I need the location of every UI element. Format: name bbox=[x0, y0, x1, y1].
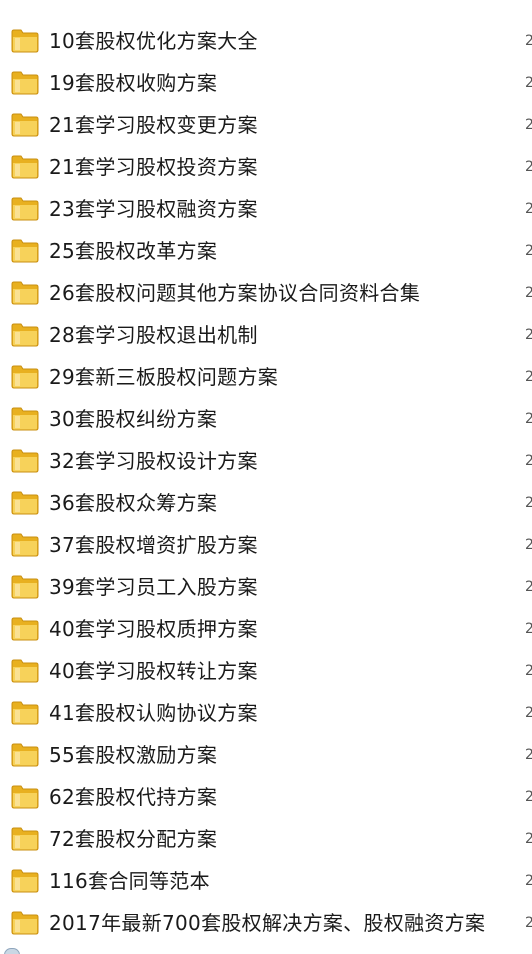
folder-icon bbox=[10, 196, 40, 222]
folder-row[interactable]: 2017年最新700套股权解决方案、股权融资方案 2 bbox=[0, 902, 532, 944]
folder-row[interactable]: 19套股权收购方案 2 bbox=[0, 62, 532, 104]
folder-icon bbox=[10, 406, 40, 432]
next-column-edge-text: 2 bbox=[525, 873, 532, 889]
folder-row[interactable]: 72套股权分配方案 2 bbox=[0, 818, 532, 860]
folder-row[interactable]: 29套新三板股权问题方案 2 bbox=[0, 356, 532, 398]
folder-name: 40套学习股权转让方案 bbox=[49, 659, 258, 683]
folder-name: 40套学习股权质押方案 bbox=[49, 617, 258, 641]
next-column-edge-text: 2 bbox=[525, 201, 532, 217]
folder-row[interactable]: 40套学习股权转让方案 2 bbox=[0, 650, 532, 692]
next-column-edge-text: 2 bbox=[525, 453, 532, 469]
next-column-edge-text: 2 bbox=[525, 243, 532, 259]
next-column-edge-text: 2 bbox=[525, 411, 532, 427]
next-column-edge-text: 2 bbox=[525, 789, 532, 805]
folder-icon bbox=[10, 154, 40, 180]
folder-icon bbox=[10, 490, 40, 516]
folder-row[interactable]: 41套股权认购协议方案 2 bbox=[0, 692, 532, 734]
folder-name: 23套学习股权融资方案 bbox=[49, 197, 258, 221]
folder-icon bbox=[10, 280, 40, 306]
folder-row[interactable]: 116套合同等范本 2 bbox=[0, 860, 532, 902]
folder-icon bbox=[10, 910, 40, 936]
folder-row[interactable]: 37套股权增资扩股方案 2 bbox=[0, 524, 532, 566]
folder-row[interactable]: 32套学习股权设计方案 2 bbox=[0, 440, 532, 482]
folder-icon bbox=[10, 364, 40, 390]
folder-name: 55套股权激励方案 bbox=[49, 743, 218, 767]
folder-name: 10套股权优化方案大全 bbox=[49, 29, 258, 53]
next-column-edge-text: 2 bbox=[525, 621, 532, 637]
folder-icon bbox=[10, 448, 40, 474]
folder-name: 39套学习员工入股方案 bbox=[49, 575, 258, 599]
folder-icon bbox=[10, 112, 40, 138]
folder-row[interactable]: 21套学习股权变更方案 2 bbox=[0, 104, 532, 146]
folder-icon bbox=[10, 532, 40, 558]
folder-icon bbox=[10, 784, 40, 810]
folder-name: 62套股权代持方案 bbox=[49, 785, 218, 809]
folder-row[interactable]: 25套股权改革方案 2 bbox=[0, 230, 532, 272]
next-column-edge-text: 2 bbox=[525, 495, 532, 511]
folder-row[interactable]: 10套股权优化方案大全 2 bbox=[0, 20, 532, 62]
folder-icon bbox=[10, 658, 40, 684]
folder-row[interactable]: 40套学习股权质押方案 2 bbox=[0, 608, 532, 650]
next-column-edge-text: 2 bbox=[525, 159, 532, 175]
folder-name: 30套股权纠纷方案 bbox=[49, 407, 218, 431]
folder-icon bbox=[10, 322, 40, 348]
folder-row[interactable]: 62套股权代持方案 2 bbox=[0, 776, 532, 818]
folder-row[interactable]: 28套学习股权退出机制 2 bbox=[0, 314, 532, 356]
folder-name: 21套学习股权投资方案 bbox=[49, 155, 258, 179]
file-list: 10套股权优化方案大全 2 19套股权收购方案 2 21套学习股权变更方案 2 21套… bbox=[0, 0, 532, 944]
folder-name: 21套学习股权变更方案 bbox=[49, 113, 258, 137]
folder-icon bbox=[10, 742, 40, 768]
next-column-edge-text: 2 bbox=[525, 915, 532, 931]
folder-name: 29套新三板股权问题方案 bbox=[49, 365, 279, 389]
partial-file-icon bbox=[4, 948, 20, 954]
folder-row[interactable]: 39套学习员工入股方案 2 bbox=[0, 566, 532, 608]
folder-name: 2017年最新700套股权解决方案、股权融资方案 bbox=[49, 911, 486, 935]
folder-name: 28套学习股权退出机制 bbox=[49, 323, 258, 347]
folder-row[interactable]: 55套股权激励方案 2 bbox=[0, 734, 532, 776]
next-column-edge-text: 2 bbox=[525, 831, 532, 847]
folder-name: 37套股权增资扩股方案 bbox=[49, 533, 258, 557]
folder-row[interactable]: 30套股权纠纷方案 2 bbox=[0, 398, 532, 440]
folder-icon bbox=[10, 574, 40, 600]
next-column-edge-text: 2 bbox=[525, 33, 532, 49]
next-column-edge-text: 2 bbox=[525, 285, 532, 301]
next-column-edge-text: 2 bbox=[525, 327, 532, 343]
folder-name: 25套股权改革方案 bbox=[49, 239, 218, 263]
folder-name: 72套股权分配方案 bbox=[49, 827, 218, 851]
folder-row[interactable]: 26套股权问题其他方案协议合同资料合集 2 bbox=[0, 272, 532, 314]
folder-icon bbox=[10, 28, 40, 54]
next-column-edge-text: 2 bbox=[525, 579, 532, 595]
folder-icon bbox=[10, 868, 40, 894]
next-column-edge-text: 2 bbox=[525, 747, 532, 763]
folder-row[interactable]: 23套学习股权融资方案 2 bbox=[0, 188, 532, 230]
folder-name: 26套股权问题其他方案协议合同资料合集 bbox=[49, 281, 421, 305]
folder-name: 19套股权收购方案 bbox=[49, 71, 218, 95]
folder-row[interactable]: 36套股权众筹方案 2 bbox=[0, 482, 532, 524]
folder-name: 41套股权认购协议方案 bbox=[49, 701, 258, 725]
folder-name: 32套学习股权设计方案 bbox=[49, 449, 258, 473]
next-column-edge-text: 2 bbox=[525, 705, 532, 721]
folder-row[interactable]: 21套学习股权投资方案 2 bbox=[0, 146, 532, 188]
next-column-edge-text: 2 bbox=[525, 537, 532, 553]
folder-name: 116套合同等范本 bbox=[49, 869, 210, 893]
next-column-edge-text: 2 bbox=[525, 663, 532, 679]
folder-icon bbox=[10, 616, 40, 642]
folder-icon bbox=[10, 700, 40, 726]
next-column-edge-text: 2 bbox=[525, 369, 532, 385]
folder-name: 36套股权众筹方案 bbox=[49, 491, 218, 515]
folder-icon bbox=[10, 826, 40, 852]
next-column-edge-text: 2 bbox=[525, 75, 532, 91]
bottom-partial-row bbox=[0, 944, 532, 954]
folder-icon bbox=[10, 238, 40, 264]
folder-icon bbox=[10, 70, 40, 96]
next-column-edge-text: 2 bbox=[525, 117, 532, 133]
